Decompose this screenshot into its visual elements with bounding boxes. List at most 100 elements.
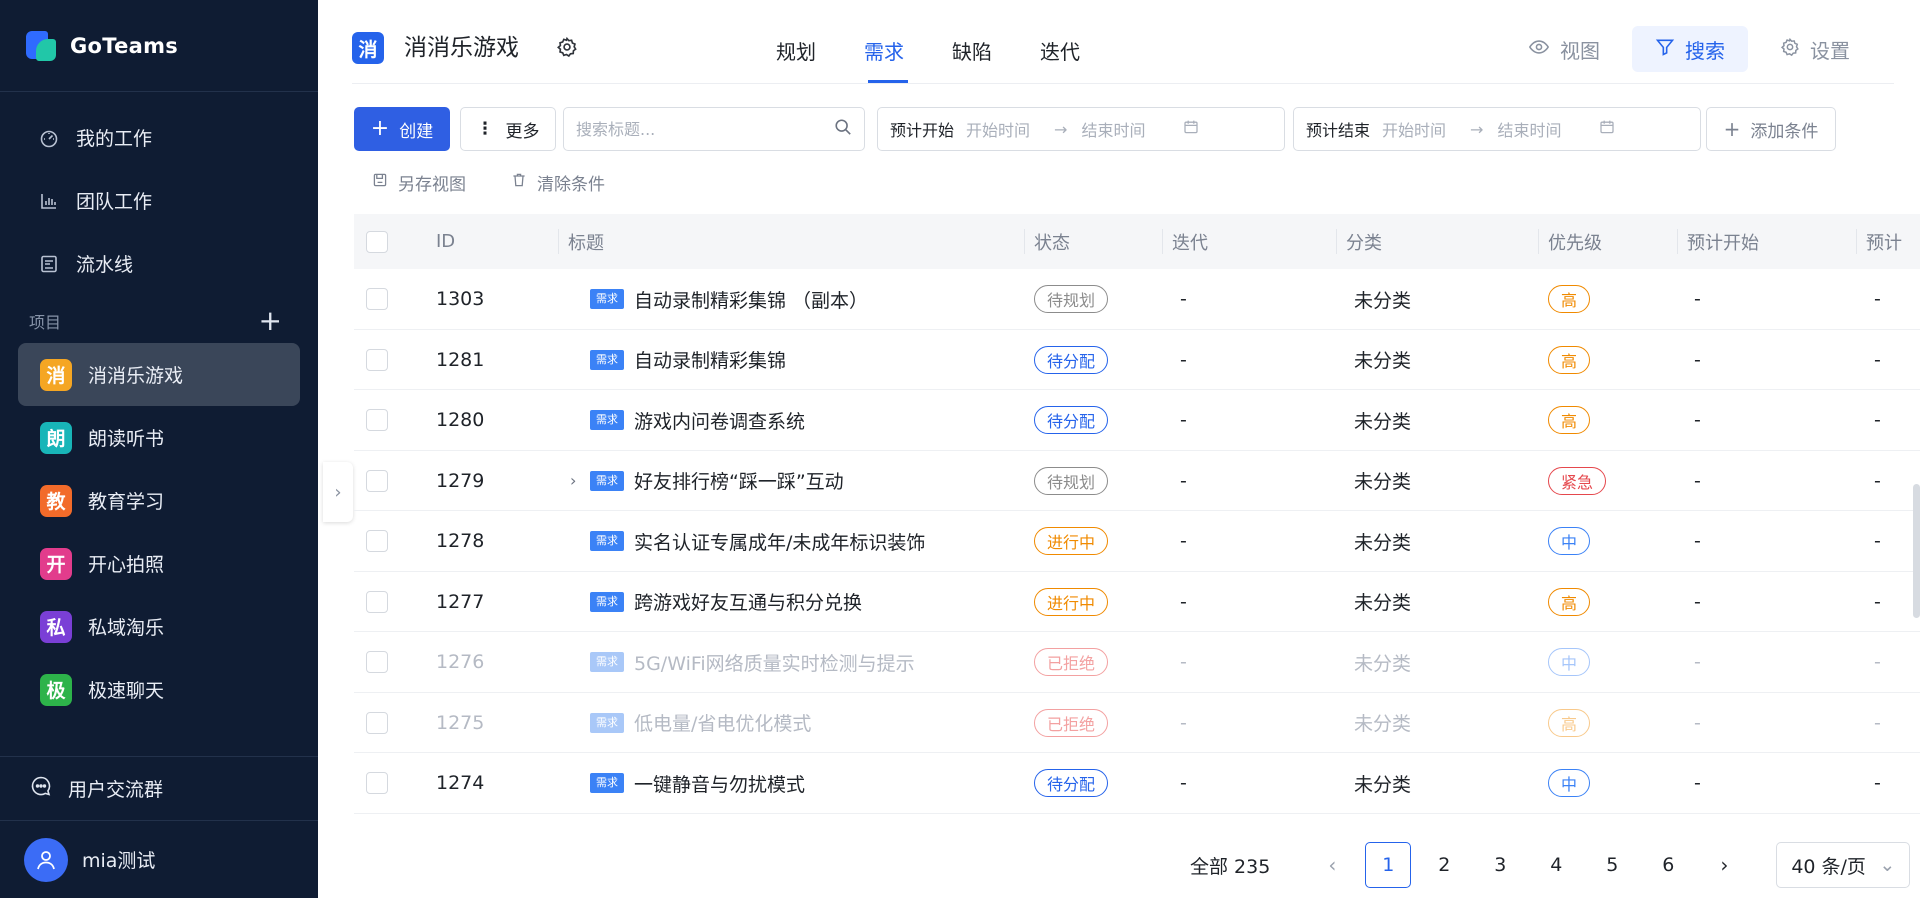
col-title[interactable]: 标题: [558, 214, 604, 269]
title-text[interactable]: 自动录制精彩集锦 （副本）: [634, 286, 868, 313]
priority-badge[interactable]: 中: [1548, 769, 1591, 797]
checkbox[interactable]: [366, 772, 388, 794]
view-button[interactable]: 视图: [1514, 26, 1614, 72]
title-text[interactable]: 5G/WiFi网络质量实时检测与提示: [634, 649, 915, 676]
project-item-2[interactable]: 教 教育学习: [18, 469, 300, 532]
prev-page-icon[interactable]: ‹: [1304, 853, 1360, 877]
cell-title[interactable]: 需求 一键静音与勿扰模式: [590, 753, 805, 813]
table-row[interactable]: 1276 需求 5G/WiFi网络质量实时检测与提示 已拒绝 - 未分类 中 - -: [354, 632, 1920, 693]
cell-priority[interactable]: 中: [1548, 753, 1591, 813]
priority-badge[interactable]: 高: [1548, 285, 1591, 313]
row-select[interactable]: [366, 390, 388, 450]
cell-status[interactable]: 进行中: [1034, 572, 1109, 632]
tab-planning[interactable]: 规划: [752, 36, 840, 82]
table-row[interactable]: 1281 需求 自动录制精彩集锦 待分配 - 未分类 高 - -: [354, 330, 1920, 390]
cell-status[interactable]: 待规划: [1034, 269, 1109, 329]
title-search-input[interactable]: [576, 119, 834, 139]
row-select[interactable]: [366, 693, 388, 753]
cell-title[interactable]: 需求 5G/WiFi网络质量实时检测与提示: [590, 632, 915, 692]
select-all-checkbox[interactable]: [366, 214, 388, 269]
col-iteration[interactable]: 迭代: [1162, 214, 1208, 269]
search-toggle-button[interactable]: 搜索: [1632, 26, 1748, 72]
plan-end-to[interactable]: 结束时间: [1497, 117, 1561, 141]
page-3[interactable]: 3: [1477, 842, 1523, 888]
cell-title[interactable]: 需求 自动录制精彩集锦 （副本）: [590, 269, 868, 329]
page-2[interactable]: 2: [1421, 842, 1467, 888]
checkbox[interactable]: [366, 469, 388, 492]
table-row[interactable]: 1274 需求 一键静音与勿扰模式 待分配 - 未分类 中 - -: [354, 753, 1920, 814]
row-select[interactable]: [366, 511, 388, 571]
priority-badge[interactable]: 高: [1548, 345, 1591, 374]
user-profile[interactable]: mia测试: [0, 820, 318, 898]
table-row[interactable]: 1278 需求 实名认证专属成年/未成年标识装饰 进行中 - 未分类 中 - -: [354, 511, 1920, 572]
more-button[interactable]: ⋮ 更多: [460, 107, 556, 151]
plan-start-from[interactable]: 开始时间: [966, 117, 1030, 141]
page-5[interactable]: 5: [1589, 842, 1635, 888]
status-badge[interactable]: 进行中: [1034, 527, 1109, 555]
row-select[interactable]: [366, 753, 388, 813]
cell-title[interactable]: 需求 游戏内问卷调查系统: [590, 390, 805, 450]
create-button[interactable]: + 创建: [354, 107, 450, 151]
cell-title[interactable]: 需求 跨游戏好友互通与积分兑换: [590, 572, 862, 632]
plan-start-to[interactable]: 结束时间: [1081, 117, 1145, 141]
checkbox[interactable]: [366, 348, 388, 371]
cell-priority[interactable]: 中: [1548, 511, 1591, 571]
title-text[interactable]: 好友排行榜“踩一踩”互动: [634, 467, 844, 494]
title-text[interactable]: 游戏内问卷调查系统: [634, 407, 805, 434]
plan-end-from[interactable]: 开始时间: [1382, 117, 1446, 141]
status-badge[interactable]: 待分配: [1034, 406, 1109, 434]
status-badge[interactable]: 已拒绝: [1034, 648, 1109, 676]
table-row[interactable]: 1277 需求 跨游戏好友互通与积分兑换 进行中 - 未分类 高 - -: [354, 572, 1920, 632]
project-settings-gear-icon[interactable]: [556, 36, 580, 60]
cell-title[interactable]: 需求 自动录制精彩集锦: [590, 330, 786, 390]
status-badge[interactable]: 待分配: [1034, 345, 1109, 374]
nav-item-team-work[interactable]: 团队工作: [0, 169, 318, 232]
status-badge[interactable]: 待分配: [1034, 769, 1109, 797]
table-row[interactable]: 1275 需求 低电量/省电优化模式 已拒绝 - 未分类 高 - -: [354, 693, 1920, 753]
cell-priority[interactable]: 高: [1548, 390, 1591, 450]
row-select[interactable]: [366, 632, 388, 692]
title-text[interactable]: 自动录制精彩集锦: [634, 346, 786, 373]
page-1[interactable]: 1: [1365, 842, 1412, 888]
tab-iterations[interactable]: 迭代: [1016, 36, 1104, 82]
community-link[interactable]: 用户交流群: [0, 756, 318, 820]
priority-badge[interactable]: 紧急: [1548, 466, 1607, 495]
title-text[interactable]: 跨游戏好友互通与积分兑换: [634, 588, 862, 615]
add-project-icon[interactable]: +: [259, 307, 282, 335]
tab-defects[interactable]: 缺陷: [928, 36, 1016, 82]
cell-priority[interactable]: 高: [1548, 572, 1591, 632]
row-select[interactable]: [366, 572, 388, 632]
page-4[interactable]: 4: [1533, 842, 1579, 888]
cell-status[interactable]: 待规划: [1034, 451, 1109, 511]
row-select[interactable]: [366, 451, 388, 511]
search-icon[interactable]: [834, 118, 852, 141]
cell-title[interactable]: › 需求 好友排行榜“踩一踩”互动: [570, 451, 844, 511]
status-badge[interactable]: 待规划: [1034, 285, 1109, 313]
priority-badge[interactable]: 高: [1548, 708, 1591, 737]
cell-status[interactable]: 已拒绝: [1034, 693, 1109, 753]
col-plan-end[interactable]: 预计: [1856, 214, 1902, 269]
page-size-select[interactable]: 40 条/页 ⌄: [1776, 842, 1911, 888]
chevron-right-icon[interactable]: ›: [570, 471, 576, 490]
cell-priority[interactable]: 紧急: [1548, 451, 1607, 511]
col-id[interactable]: ID: [436, 214, 455, 269]
clear-conditions-button[interactable]: 清除条件: [511, 170, 605, 195]
status-badge[interactable]: 待规划: [1034, 466, 1109, 495]
cell-status[interactable]: 已拒绝: [1034, 632, 1109, 692]
project-item-3[interactable]: 开 开心拍照: [18, 532, 300, 595]
table-row[interactable]: 1279 › 需求 好友排行榜“踩一踩”互动 待规划 - 未分类 紧急 - -: [354, 451, 1920, 511]
page-6[interactable]: 6: [1645, 842, 1691, 888]
sidebar-toggle-button[interactable]: ›: [323, 462, 353, 522]
next-page-icon[interactable]: ›: [1696, 853, 1752, 877]
title-text[interactable]: 低电量/省电优化模式: [634, 709, 811, 736]
add-condition-button[interactable]: + 添加条件: [1706, 107, 1836, 151]
project-item-4[interactable]: 私 私域淘乐: [18, 595, 300, 658]
cell-status[interactable]: 待分配: [1034, 330, 1109, 390]
tab-requirements[interactable]: 需求: [840, 36, 928, 83]
checkbox[interactable]: [366, 590, 388, 613]
nav-item-my-work[interactable]: 我的工作: [0, 106, 318, 169]
col-category[interactable]: 分类: [1336, 214, 1382, 269]
col-priority[interactable]: 优先级: [1538, 214, 1602, 269]
brand[interactable]: GoTeams: [0, 0, 318, 92]
cell-priority[interactable]: 高: [1548, 269, 1591, 329]
